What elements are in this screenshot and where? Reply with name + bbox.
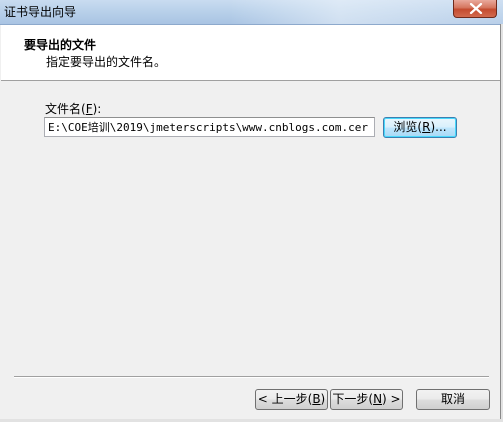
back-label-prefix: < 上一步( (257, 392, 313, 406)
next-button[interactable]: 下一步(N) > (330, 389, 403, 410)
browse-label-suffix: )... (430, 120, 447, 134)
filename-input[interactable] (44, 117, 375, 137)
next-label-prefix: 下一步( (332, 392, 374, 406)
close-button[interactable] (453, 0, 497, 18)
next-label-suffix: ) > (382, 392, 401, 406)
wizard-header: 要导出的文件 指定要导出的文件名。 (1, 25, 502, 81)
window-title: 证书导出向导 (4, 5, 77, 19)
back-label-suffix: ) (320, 392, 326, 406)
next-accelerator: N (373, 392, 383, 406)
filename-label-suffix: ): (92, 102, 102, 116)
header-subtitle: 指定要导出的文件名。 (46, 55, 167, 69)
title-bar[interactable]: 证书导出向导 (0, 0, 503, 25)
certificate-export-wizard-window: 证书导出向导 要导出的文件 指定要导出的文件名。 文件名(F): 浏览(R)..… (0, 0, 503, 422)
close-icon (469, 3, 483, 14)
filename-label-text: 文件名 (45, 102, 82, 116)
back-button[interactable]: < 上一步(B) (255, 389, 328, 410)
browse-button[interactable]: 浏览(R)... (383, 117, 457, 138)
back-accelerator: B (312, 392, 321, 406)
filename-label-accelerator: F (85, 102, 93, 116)
footer-separator (14, 376, 489, 378)
cancel-button[interactable]: 取消 (416, 389, 490, 410)
filename-label: 文件名(F): (45, 102, 102, 116)
header-title: 要导出的文件 (24, 38, 97, 52)
browse-label-prefix: 浏览( (393, 120, 423, 134)
